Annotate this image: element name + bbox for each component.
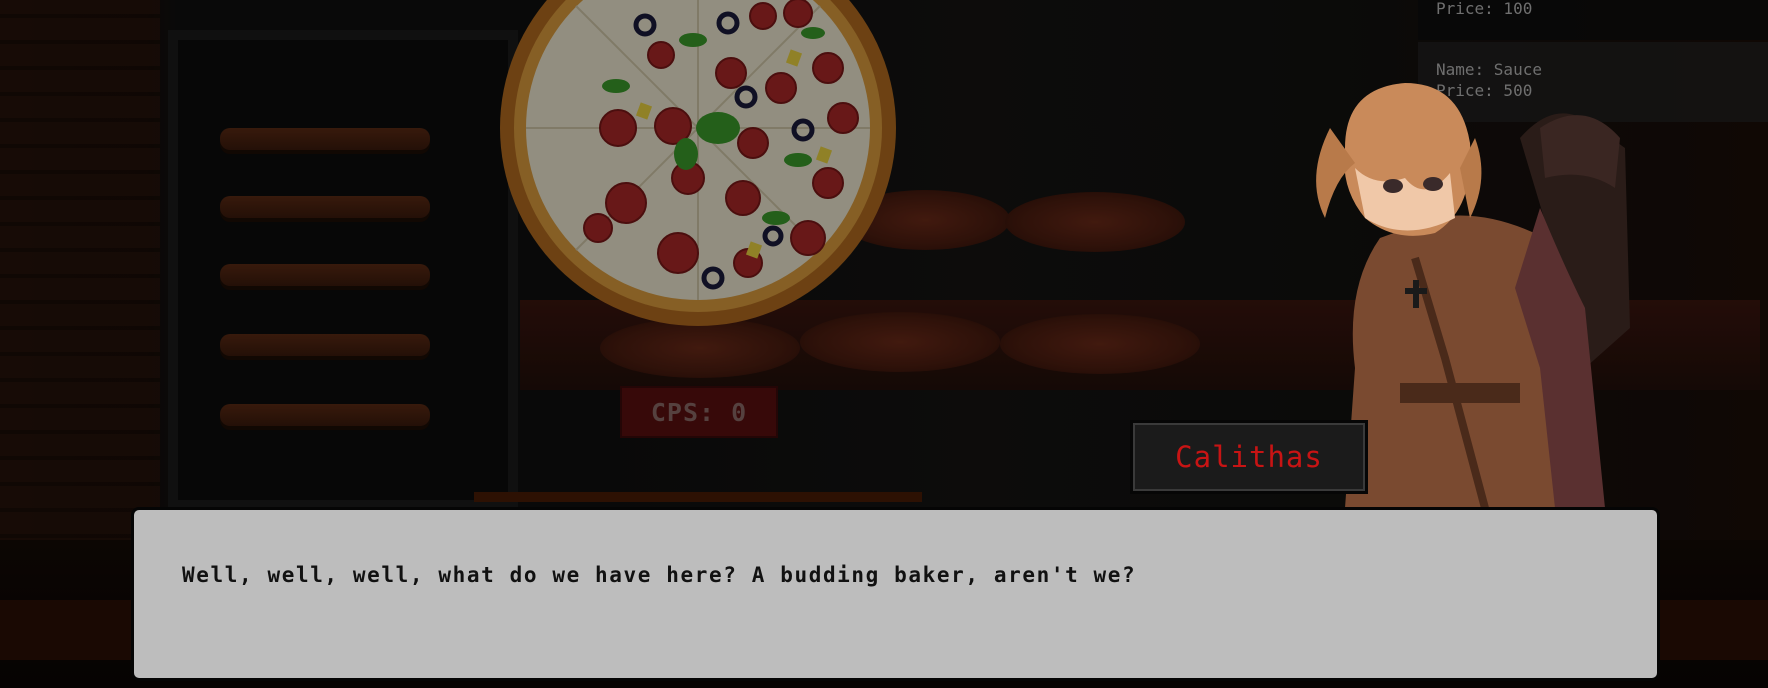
- dialogue-text: Well, well, well, what do we have here? …: [182, 563, 1137, 587]
- dialogue-box[interactable]: Well, well, well, what do we have here? …: [131, 507, 1660, 681]
- game-scene: CPS: 0 Price: 100 Name: Sauce Price: 500…: [0, 0, 1768, 688]
- shop-item[interactable]: Price: 100: [1418, 0, 1768, 40]
- speaker-name: Calithas: [1175, 440, 1323, 474]
- speaker-nameplate: Calithas: [1130, 420, 1368, 494]
- shop-item-price: Price: 100: [1436, 0, 1533, 18]
